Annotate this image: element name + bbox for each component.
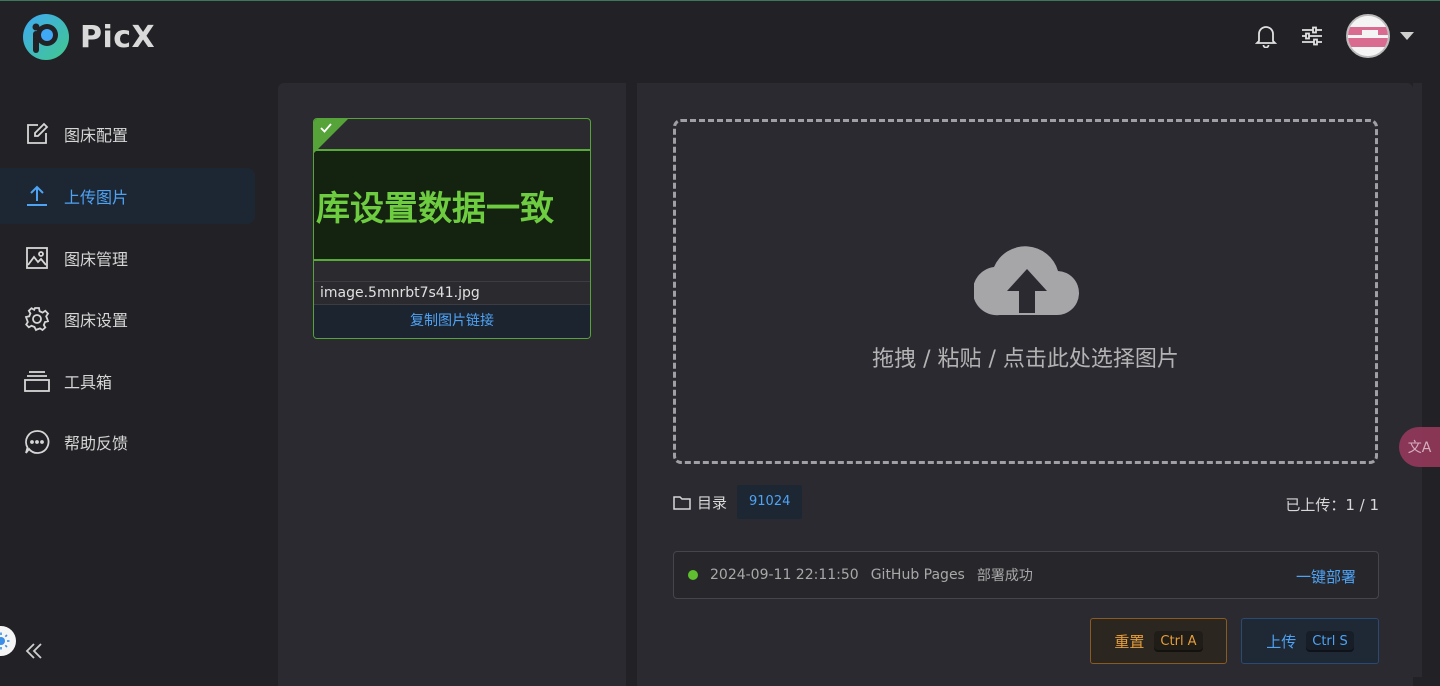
status-dot	[688, 570, 698, 580]
sidebar: 图床配置 上传图片 图床管理 图床设置 工具箱 帮助反馈	[0, 73, 270, 686]
deploy-timestamp: 2024-09-11 22:11:50	[710, 567, 859, 583]
sidebar-item-label: 图床设置	[64, 311, 129, 330]
one-click-deploy-button[interactable]: 一键部署	[1296, 566, 1356, 587]
upload-label: 上传	[1266, 632, 1297, 651]
deploy-target: GitHub Pages	[870, 567, 965, 583]
top-header: PicX	[0, 1, 1440, 73]
chevron-down-icon[interactable]	[1400, 32, 1414, 40]
collapse-sidebar-icon[interactable]	[24, 641, 44, 661]
upload-dropzone[interactable]: 拖拽 / 粘贴 / 点击此处选择图片	[673, 119, 1378, 464]
reset-button[interactable]: 重置 Ctrl A	[1090, 618, 1227, 664]
theme-toggle-sun-icon[interactable]	[0, 626, 16, 656]
image-icon	[24, 245, 50, 271]
deploy-status: 部署成功	[976, 568, 1033, 584]
image-preview[interactable]: 库设置数据一致	[314, 149, 590, 261]
gear-icon	[24, 306, 50, 332]
copy-image-link-button[interactable]: 复制图片链接	[314, 305, 590, 338]
reset-shortcut: Ctrl A	[1154, 630, 1203, 652]
image-filename: image.5mnrbt7s41.jpg	[314, 281, 590, 305]
upload-icon	[24, 183, 50, 209]
sidebar-item-toolbox[interactable]: 工具箱	[0, 353, 255, 409]
check-icon	[320, 123, 332, 133]
directory-label: 目录	[697, 493, 728, 512]
translate-float-button[interactable]: 文A	[1399, 427, 1440, 467]
upload-shortcut: Ctrl S	[1306, 630, 1354, 652]
cloud-upload-icon	[974, 246, 1079, 316]
sidebar-item-imagebed-settings[interactable]: 图床设置	[0, 291, 255, 347]
settings-sliders-icon[interactable]	[1300, 24, 1324, 48]
scrollbar[interactable]	[1413, 83, 1422, 677]
directory-tag[interactable]: 91024	[737, 485, 803, 519]
chat-icon	[24, 429, 50, 455]
sidebar-item-label: 工具箱	[64, 373, 113, 392]
translate-icon: 文A	[1407, 440, 1432, 456]
sidebar-item-imagebed-manage[interactable]: 图床管理	[0, 230, 255, 286]
upload-button[interactable]: 上传 Ctrl S	[1241, 618, 1379, 664]
toolbox-icon	[24, 368, 50, 394]
upload-panel: 拖拽 / 粘贴 / 点击此处选择图片 目录 91024 已上传：1 / 1 20…	[637, 83, 1413, 686]
deploy-status-bar: 2024-09-11 22:11:50 GitHub Pages 部署成功 一键…	[673, 551, 1379, 599]
picx-logo-icon	[23, 14, 69, 60]
reset-label: 重置	[1114, 632, 1145, 651]
sidebar-item-label: 上传图片	[64, 188, 129, 207]
app-logo[interactable]: PicX	[22, 13, 155, 61]
bell-icon[interactable]	[1254, 24, 1278, 48]
dropzone-hint: 拖拽 / 粘贴 / 点击此处选择图片	[872, 347, 1179, 372]
uploaded-list-panel: 库设置数据一致 image.5mnrbt7s41.jpg 复制图片链接	[278, 83, 626, 686]
app-name: PicX	[80, 19, 156, 55]
edit-icon	[24, 121, 50, 147]
sidebar-item-upload[interactable]: 上传图片	[0, 168, 255, 224]
uploaded-image-card[interactable]: 库设置数据一致 image.5mnrbt7s41.jpg 复制图片链接	[313, 118, 591, 339]
upload-count: 已上传：1 / 1	[1285, 496, 1379, 514]
sidebar-item-help-feedback[interactable]: 帮助反馈	[0, 414, 255, 470]
folder-icon	[673, 495, 691, 510]
directory-row: 目录 91024	[673, 485, 803, 519]
sidebar-item-label: 图床管理	[64, 250, 129, 269]
user-avatar[interactable]	[1346, 14, 1390, 58]
sidebar-item-label: 图床配置	[64, 126, 129, 145]
sidebar-item-imagebed-config[interactable]: 图床配置	[0, 106, 255, 162]
sidebar-item-label: 帮助反馈	[64, 434, 129, 453]
preview-text: 库设置数据一致	[316, 188, 554, 229]
